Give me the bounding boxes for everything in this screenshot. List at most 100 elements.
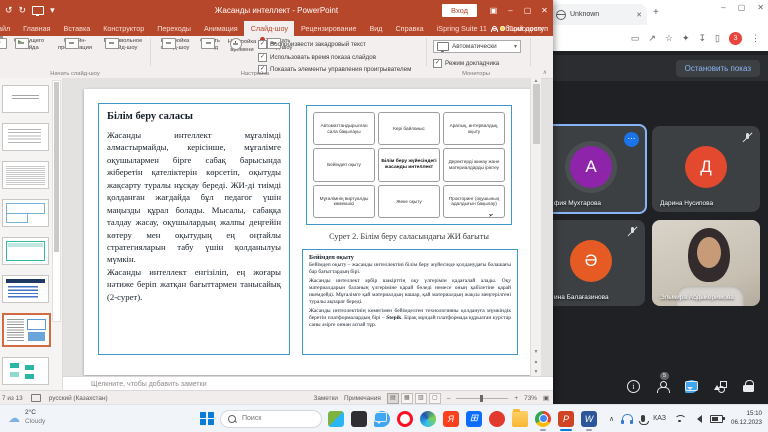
- ribbon-tab[interactable]: Вид: [363, 21, 389, 36]
- participant-tile[interactable]: А ⋯ фия Мухтарова: [545, 124, 647, 214]
- volume-icon[interactable]: [693, 415, 702, 423]
- taskbar-app-icon[interactable]: [489, 411, 505, 427]
- adaptive-learning-text-box[interactable]: Бейімдеп оқыту Бейімдеп оқыту – жасанды …: [302, 249, 518, 355]
- taskbar-app-icon[interactable]: [512, 411, 528, 427]
- close-button[interactable]: ✕: [536, 0, 553, 21]
- notes-pane[interactable]: Щелкните, чтобы добавить заметки: [63, 376, 553, 391]
- slide-thumbnail[interactable]: [2, 161, 49, 189]
- taskbar-app-icon[interactable]: [374, 411, 390, 427]
- share-icon[interactable]: ↗: [648, 33, 656, 43]
- clock[interactable]: 15:10 06.12.2023: [731, 410, 762, 427]
- ribbon-tab[interactable]: Вставка: [57, 21, 97, 36]
- slide-thumbnail[interactable]: [2, 85, 49, 113]
- ribbon-tab[interactable]: iSpring Suite 11: [430, 21, 493, 36]
- thumbnail-scrollbar[interactable]: [52, 80, 61, 322]
- ribbon-tab[interactable]: Конструктор: [97, 21, 151, 36]
- previous-slide-icon[interactable]: ▲: [531, 359, 541, 365]
- editor-scrollbar[interactable]: ▲ ▼ ▲ ▼: [530, 78, 541, 377]
- ribbon-tab[interactable]: Рецензирование: [294, 21, 363, 36]
- ribbon-checkbox[interactable]: ✓ Использовать время показа слайдов: [258, 53, 411, 62]
- weather-widget[interactable]: ☁ 2°C Cloudy: [8, 408, 45, 428]
- slide-text-box[interactable]: Білім беру саласы Жасанды интеллект мұға…: [98, 103, 290, 355]
- display-settings-icon[interactable]: [31, 394, 41, 402]
- taskbar-app-icon[interactable]: [535, 411, 551, 427]
- zoom-level[interactable]: 73%: [524, 395, 537, 402]
- checkbox-checked-icon[interactable]: ✓: [258, 53, 267, 62]
- taskbar-app-icon[interactable]: [420, 411, 436, 427]
- slide-thumbnail[interactable]: [2, 275, 49, 303]
- ai-directions-diagram[interactable]: Автоматтандырылған сала бақылауы Кері ба…: [306, 105, 512, 225]
- new-tab-button[interactable]: +: [653, 7, 659, 19]
- ribbon-tab[interactable]: Справка: [389, 21, 430, 36]
- from-current-slide-button[interactable]: С текущего слайда: [8, 38, 50, 52]
- normal-view-icon[interactable]: ▤: [387, 393, 399, 404]
- extension-pin-icon[interactable]: ✦: [682, 33, 690, 43]
- media-controls-icon[interactable]: ▭: [631, 33, 640, 43]
- setup-slideshow-button[interactable]: Настройка слайд-шоу: [155, 38, 195, 52]
- share-button[interactable]: Общий доступ: [491, 21, 548, 36]
- taskbar-app-icon[interactable]: P: [558, 411, 574, 427]
- language-switcher[interactable]: КАЗ: [653, 415, 666, 422]
- microphone-icon[interactable]: [641, 415, 645, 422]
- ribbon-tab[interactable]: Файл: [0, 21, 17, 36]
- taskbar-app-icon[interactable]: [328, 411, 344, 427]
- checkbox-checked-icon[interactable]: ✓: [258, 40, 267, 49]
- rehearse-timings-button[interactable]: Настройка времени: [225, 38, 259, 54]
- host-controls-icon[interactable]: [743, 380, 756, 393]
- slide-thumbnail[interactable]: [2, 237, 49, 265]
- meeting-details-icon[interactable]: i: [627, 380, 640, 393]
- battery-icon[interactable]: [710, 415, 723, 423]
- sign-in-button[interactable]: Вход: [442, 4, 477, 17]
- reading-view-icon[interactable]: ▥: [415, 393, 427, 404]
- ribbon-tab[interactable]: Переходы: [151, 21, 198, 36]
- bookmark-star-icon[interactable]: ☆: [665, 33, 673, 43]
- custom-slideshow-button[interactable]: Произвольное слайд-шоу: [98, 38, 148, 52]
- taskbar-app-icon[interactable]: ⊞: [466, 411, 482, 427]
- participant-tile-video[interactable]: Эльмира Абдыкеримова: [652, 220, 760, 306]
- collapse-ribbon-icon[interactable]: ∧: [543, 69, 547, 76]
- monitor-dropdown[interactable]: Автоматически ▾: [433, 40, 521, 53]
- taskbar-app-icon[interactable]: [351, 411, 367, 427]
- maximize-button[interactable]: ▢: [519, 0, 536, 21]
- search-input[interactable]: [240, 414, 304, 423]
- comments-toggle[interactable]: Примечания: [344, 395, 381, 402]
- tile-more-options-icon[interactable]: ⋯: [624, 132, 639, 147]
- ribbon-tab[interactable]: Слайд-шоу: [244, 21, 294, 36]
- chrome-menu-icon[interactable]: ⋮: [751, 33, 760, 43]
- zoom-out-icon[interactable]: –: [447, 395, 451, 402]
- online-presentation-button[interactable]: Онлайн-презентация: [52, 38, 98, 52]
- ribbon-tab[interactable]: Анимация: [197, 21, 244, 36]
- activities-icon[interactable]: [714, 380, 727, 393]
- participant-tile[interactable]: Ә ина Балағазинова: [545, 220, 645, 306]
- ribbon-tab[interactable]: Главная: [17, 21, 57, 36]
- participants-icon[interactable]: 5: [656, 380, 669, 393]
- next-slide-icon[interactable]: ▼: [531, 369, 541, 375]
- side-panel-icon[interactable]: ▯: [715, 33, 720, 43]
- chat-icon[interactable]: [685, 380, 698, 393]
- slide-thumbnail[interactable]: [2, 357, 49, 385]
- browser-tab[interactable]: Unknown ✕: [551, 4, 647, 25]
- ribbon-display-options-icon[interactable]: ▣: [485, 0, 502, 21]
- chrome-maximize-button[interactable]: ▢: [738, 3, 746, 12]
- slide-thumbnail[interactable]: [2, 123, 49, 151]
- headset-icon[interactable]: [622, 414, 633, 423]
- notes-placeholder[interactable]: Щелкните, чтобы добавить заметки: [91, 381, 207, 388]
- tray-expand-icon[interactable]: ∧: [609, 415, 614, 423]
- fit-slide-icon[interactable]: ▣: [543, 394, 549, 402]
- participant-tile[interactable]: Д Дарина Нусипова: [652, 126, 760, 212]
- checkbox-checked-icon[interactable]: ✓: [433, 59, 442, 68]
- slideshow-view-icon[interactable]: ▢: [429, 393, 441, 404]
- taskbar-search[interactable]: [220, 410, 322, 428]
- slide-canvas[interactable]: Білім беру саласы Жасанды интеллект мұға…: [84, 89, 531, 375]
- presenter-mode-checkbox[interactable]: ✓ Режим докладчика: [433, 59, 499, 68]
- slide-sorter-view-icon[interactable]: ▦: [401, 393, 413, 404]
- ribbon-checkbox[interactable]: ✓ Воспроизвести закадровый текст: [258, 40, 411, 49]
- tab-close-icon[interactable]: ✕: [636, 11, 642, 19]
- slide-thumbnail[interactable]: [2, 199, 49, 227]
- language-indicator[interactable]: русский (Казахстан): [49, 395, 108, 402]
- profile-avatar[interactable]: 3: [729, 32, 742, 45]
- start-button[interactable]: [200, 412, 214, 426]
- downloads-icon[interactable]: ↧: [699, 33, 707, 43]
- stop-presenting-button[interactable]: Остановить показ: [676, 60, 760, 77]
- notes-toggle[interactable]: Заметки: [314, 395, 338, 402]
